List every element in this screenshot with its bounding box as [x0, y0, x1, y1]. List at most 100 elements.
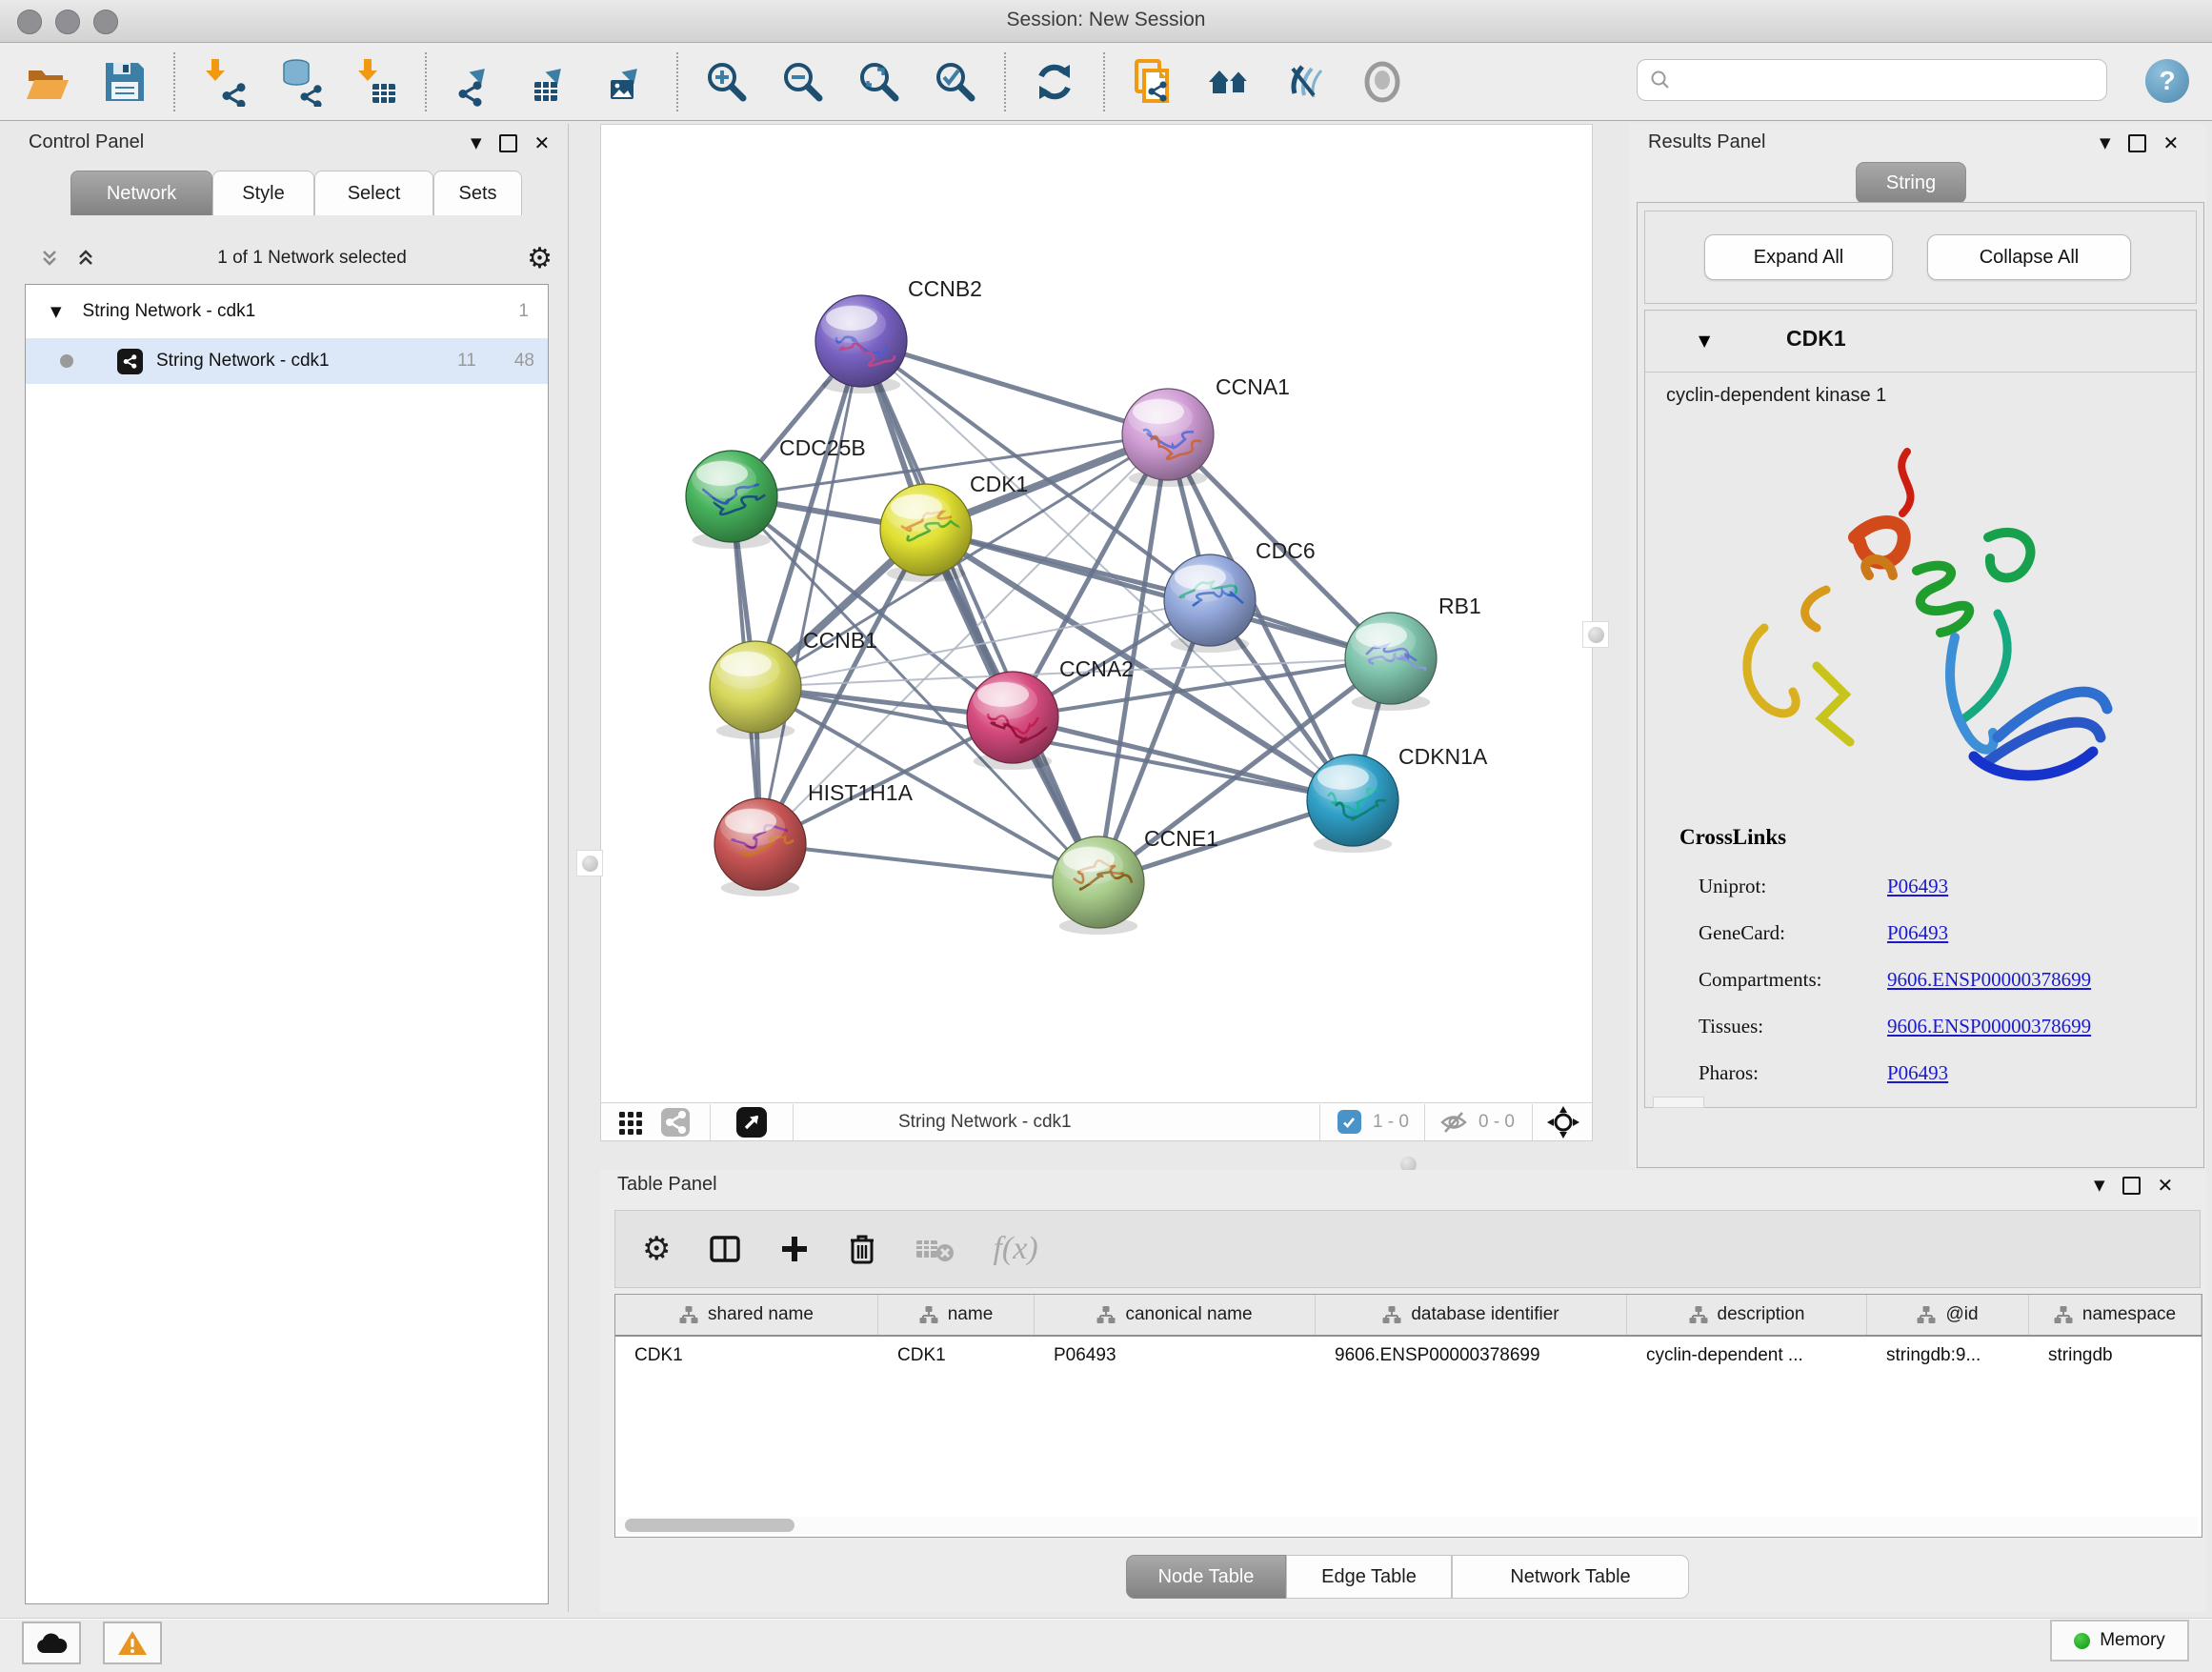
control-panel-close-icon[interactable]: ✕	[534, 131, 551, 154]
node-label-CCNA2: CCNA2	[1059, 656, 1134, 681]
table-hscrollbar[interactable]	[617, 1517, 2198, 1534]
tab-select[interactable]: Select	[314, 171, 433, 215]
import-database-button[interactable]	[274, 56, 326, 108]
copy-pages-button[interactable]	[1128, 56, 1179, 108]
column-header-name[interactable]: name	[878, 1295, 1035, 1335]
save-floppy-button[interactable]	[99, 56, 151, 108]
network-list-header: 1 of 1 Network selected ⚙	[4, 234, 568, 282]
protein-collapse-icon[interactable]: ▼	[1699, 332, 1710, 350]
column-header-canonicalname[interactable]: canonical name	[1035, 1295, 1316, 1335]
table-panel-float-icon[interactable]	[2122, 1177, 2141, 1195]
import-table-button[interactable]	[351, 56, 402, 108]
table-hscrollbar-thumb[interactable]	[625, 1519, 794, 1532]
tab-edge-table[interactable]: Edge Table	[1286, 1555, 1452, 1599]
open-in-window-icon[interactable]	[735, 1106, 768, 1138]
tree-expander-icon[interactable]: ▼	[50, 303, 62, 320]
help-button[interactable]: ?	[2145, 59, 2189, 103]
zoom-out-button[interactable]	[777, 56, 829, 108]
crosslink-link-0[interactable]: P06493	[1887, 875, 1948, 898]
results-panel-float-icon[interactable]	[2128, 134, 2146, 152]
search-box[interactable]	[1637, 59, 2107, 101]
control-panel: Control Panel ▼ ✕ NetworkStyleSelectSets…	[4, 124, 569, 1612]
network-graph-canvas[interactable]: CCNB2CCNA1CDC25BCDK1CDC6RB1CCNB1CCNA2CDK…	[601, 125, 1592, 1102]
tab-node-table[interactable]: Node Table	[1126, 1555, 1286, 1599]
node-table[interactable]: shared namenamecanonical namedatabase id…	[614, 1294, 2202, 1538]
control-panel-float-icon[interactable]	[499, 134, 517, 152]
table-panel-menu-icon[interactable]: ▼	[2094, 1177, 2105, 1194]
show-columns-icon[interactable]	[709, 1233, 741, 1265]
network-collection-row[interactable]: ▼ String Network - cdk1 1	[26, 294, 548, 329]
column-header-id[interactable]: @id	[1867, 1295, 2029, 1335]
node-table-header: shared namenamecanonical namedatabase id…	[615, 1295, 2202, 1337]
edge-HIST1H1A-CCNE1[interactable]	[760, 844, 1098, 882]
column-header-sharedname[interactable]: shared name	[615, 1295, 878, 1335]
grid-view-icon[interactable]	[616, 1108, 645, 1137]
table-panel-close-icon[interactable]: ✕	[2158, 1174, 2174, 1197]
node-label-CDKN1A: CDKN1A	[1398, 744, 1488, 769]
crosslink-link-4[interactable]: P06493	[1887, 1061, 1948, 1085]
houses-button[interactable]	[1204, 56, 1256, 108]
tab-network-table[interactable]: Network Table	[1452, 1555, 1689, 1599]
expand-all-icon[interactable]	[74, 247, 97, 270]
protein-section-header[interactable]: ▼ CDK1	[1645, 311, 2196, 373]
add-column-icon[interactable]	[779, 1234, 810, 1264]
control-panel-menu-icon[interactable]: ▼	[471, 134, 482, 151]
search-input[interactable]	[1679, 69, 2106, 91]
warnings-button[interactable]	[103, 1622, 162, 1664]
node-CDC25B[interactable]	[686, 451, 777, 549]
column-header-namespace[interactable]: namespace	[2029, 1295, 2202, 1335]
selected-count-checkbox[interactable]	[1337, 1110, 1361, 1134]
collapse-all-button[interactable]: Collapse All	[1927, 234, 2131, 280]
navigator-crosshair-icon[interactable]	[1546, 1105, 1580, 1139]
right-splitter-handle[interactable]	[1582, 621, 1609, 648]
edge-CCNB2-HIST1H1A[interactable]	[760, 341, 861, 844]
node-label-RB1: RB1	[1438, 594, 1481, 618]
node-label-CDC6: CDC6	[1256, 538, 1316, 563]
table-row[interactable]: CDK1CDK1P064939606.ENSP00000378699cyclin…	[615, 1337, 2202, 1375]
node-RB1[interactable]	[1345, 613, 1437, 711]
node-CDKN1A[interactable]	[1307, 755, 1398, 853]
cloud-status-button[interactable]	[22, 1622, 81, 1664]
column-header-databaseidentifier[interactable]: database identifier	[1316, 1295, 1627, 1335]
network-row-selected[interactable]: String Network - cdk1 11 48	[26, 338, 548, 384]
refresh-button[interactable]	[1029, 56, 1080, 108]
memory-button[interactable]: Memory	[2050, 1620, 2189, 1662]
node-label-CCNB2: CCNB2	[908, 276, 982, 301]
edge-CCNB2-CCNA1[interactable]	[861, 341, 1168, 434]
hide-show-button[interactable]	[1280, 56, 1332, 108]
tab-sets[interactable]: Sets	[433, 171, 522, 215]
crosslink-link-3[interactable]: 9606.ENSP00000378699	[1887, 1015, 2091, 1038]
export-network-button[interactable]	[450, 56, 501, 108]
zoom-fit-button[interactable]	[854, 56, 905, 108]
tab-style[interactable]: Style	[212, 171, 314, 215]
zoom-in-button[interactable]	[701, 56, 753, 108]
tab-string[interactable]: String	[1856, 162, 1966, 204]
export-table-button[interactable]	[526, 56, 577, 108]
open-folder-button[interactable]	[23, 56, 74, 108]
node-CCNE1[interactable]	[1053, 836, 1144, 935]
left-splitter-handle[interactable]	[576, 850, 603, 876]
crosslink-link-1[interactable]: P06493	[1887, 921, 1948, 945]
table-settings-gear-icon[interactable]: ⚙	[642, 1230, 671, 1268]
node-CDK1[interactable]	[880, 484, 972, 582]
results-hscrollbar[interactable]	[1653, 1097, 1704, 1108]
expand-all-button[interactable]: Expand All	[1704, 234, 1893, 280]
export-image-button[interactable]	[602, 56, 654, 108]
column-header-description[interactable]: description	[1627, 1295, 1867, 1335]
node-CCNB1[interactable]	[710, 641, 801, 739]
results-panel-close-icon[interactable]: ✕	[2163, 131, 2180, 154]
tab-network[interactable]: Network	[70, 171, 212, 215]
import-network-button[interactable]	[198, 56, 250, 108]
share-view-icon[interactable]	[660, 1107, 691, 1138]
control-panel-tabstrip: NetworkStyleSelectSets	[70, 171, 522, 215]
collapse-all-icon[interactable]	[38, 247, 61, 270]
node-HIST1H1A[interactable]	[714, 798, 806, 896]
delete-column-icon[interactable]	[848, 1233, 876, 1265]
eye-button[interactable]	[1357, 56, 1408, 108]
crosslink-link-2[interactable]: 9606.ENSP00000378699	[1887, 968, 2091, 992]
results-panel-menu-icon[interactable]: ▼	[2100, 134, 2111, 151]
edge-CDK1-RB1[interactable]	[926, 530, 1391, 658]
node-CCNA1[interactable]	[1122, 389, 1214, 487]
zoom-selected-button[interactable]	[930, 56, 981, 108]
network-options-gear-icon[interactable]: ⚙	[527, 242, 553, 275]
